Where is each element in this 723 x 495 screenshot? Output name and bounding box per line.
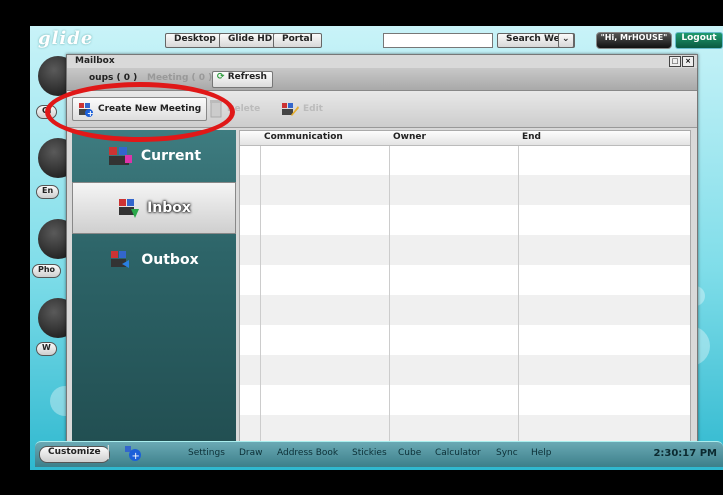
svg-text:+: + xyxy=(132,451,140,462)
table-header: Communication Owner End xyxy=(240,131,690,146)
refresh-icon: ⟳ xyxy=(217,72,225,82)
maximize-icon[interactable]: □ xyxy=(669,56,681,67)
table-row[interactable] xyxy=(240,265,690,295)
logout-button[interactable]: Logout xyxy=(675,32,723,49)
edit-label: Edit xyxy=(303,104,323,114)
top-bar: glide Desktop Glide HD Portal Search Web… xyxy=(30,26,723,54)
table-row[interactable] xyxy=(240,325,690,355)
tab-portal[interactable]: Portal xyxy=(273,33,322,48)
taskbar-calculator[interactable]: Calculator xyxy=(435,448,481,458)
tab-groups[interactable]: oups ( 0 ) xyxy=(89,73,137,83)
add-app-button[interactable]: + xyxy=(123,444,143,465)
desktop-icon-label: Pho xyxy=(32,264,62,278)
desktop-icon-label: W xyxy=(36,342,57,356)
taskbar-address-book[interactable]: Address Book xyxy=(277,448,338,458)
clock: 2:30:17 PM xyxy=(653,448,717,459)
mailbox-window: Mailbox □ × oups ( 0 ) Meeting ( 0 ) ⟳ R… xyxy=(66,54,698,447)
table-row[interactable] xyxy=(240,385,690,415)
close-icon[interactable]: × xyxy=(682,56,694,67)
svg-text:+: + xyxy=(87,109,94,117)
taskbar: Customize | + Settings Draw Address Book… xyxy=(35,441,723,467)
table-row[interactable] xyxy=(240,355,690,385)
meetings-table: Communication Owner End xyxy=(239,130,691,445)
create-label: Create New Meeting xyxy=(98,104,202,114)
column-header-end[interactable]: End xyxy=(522,132,541,142)
glide-logo: glide xyxy=(38,28,94,49)
column-divider xyxy=(389,131,390,442)
taskbar-draw[interactable]: Draw xyxy=(239,448,263,458)
table-row[interactable] xyxy=(240,175,690,205)
chevron-down-icon: ⌄ xyxy=(562,34,570,44)
table-row[interactable] xyxy=(240,235,690,265)
column-header-owner[interactable]: Owner xyxy=(393,132,426,142)
sidebar-label: Inbox xyxy=(147,200,191,216)
search-dropdown[interactable]: ⌄ xyxy=(558,33,574,48)
taskbar-help[interactable]: Help xyxy=(531,448,552,458)
greeting-badge: "Hi, MrHOUSE" xyxy=(596,32,672,49)
desktop-icon-label: Gl xyxy=(36,105,58,119)
trash-icon xyxy=(210,100,222,118)
desktop: glide Desktop Glide HD Portal Search Web… xyxy=(30,26,723,470)
folder-sidebar: Current Inbox Outbox xyxy=(72,130,236,441)
create-new-meeting-button[interactable]: + Create New Meeting xyxy=(72,97,208,121)
table-row[interactable] xyxy=(240,205,690,235)
tab-glide-hd[interactable]: Glide HD xyxy=(219,33,282,48)
divider: | xyxy=(106,444,111,460)
add-icon: + xyxy=(125,446,141,462)
edit-meeting-icon xyxy=(282,103,299,116)
delete-button[interactable]: Delete xyxy=(204,97,265,121)
search-input[interactable] xyxy=(383,33,493,48)
desktop-icon-label: En xyxy=(36,185,60,199)
sidebar-item-inbox[interactable]: Inbox xyxy=(72,182,236,234)
mailbox-tabstrip: oups ( 0 ) Meeting ( 0 ) ⟳ Refresh xyxy=(67,68,697,91)
window-title: Mailbox xyxy=(75,56,115,66)
table-row[interactable] xyxy=(240,295,690,325)
column-divider xyxy=(260,131,261,442)
outbox-icon xyxy=(111,251,130,268)
tab-desktop[interactable]: Desktop xyxy=(165,33,225,48)
column-divider xyxy=(518,131,519,442)
table-row[interactable] xyxy=(240,145,690,175)
delete-label: Delete xyxy=(227,104,261,114)
taskbar-sync[interactable]: Sync xyxy=(496,448,518,458)
tab-meetings[interactable]: Meeting ( 0 ) xyxy=(147,73,212,83)
window-controls: □ × xyxy=(669,56,694,67)
meeting-group-icon xyxy=(108,147,132,165)
refresh-label: Refresh xyxy=(227,72,267,82)
meeting-icon: + xyxy=(79,103,94,117)
sidebar-label: Outbox xyxy=(141,252,199,268)
inbox-icon xyxy=(119,199,140,218)
column-header-communication[interactable]: Communication xyxy=(264,132,343,142)
taskbar-stickies[interactable]: Stickies xyxy=(352,448,387,458)
customize-button[interactable]: Customize xyxy=(39,446,110,463)
refresh-button[interactable]: ⟳ Refresh xyxy=(212,71,273,88)
taskbar-cube[interactable]: Cube xyxy=(398,448,421,458)
mailbox-toolbar: + Create New Meeting Delete Edit xyxy=(67,91,697,128)
taskbar-settings[interactable]: Settings xyxy=(188,448,225,458)
sidebar-item-outbox[interactable]: Outbox xyxy=(72,234,236,286)
edit-button[interactable]: Edit xyxy=(276,97,328,121)
sidebar-item-current[interactable]: Current xyxy=(72,130,236,182)
sidebar-label: Current xyxy=(140,148,202,164)
